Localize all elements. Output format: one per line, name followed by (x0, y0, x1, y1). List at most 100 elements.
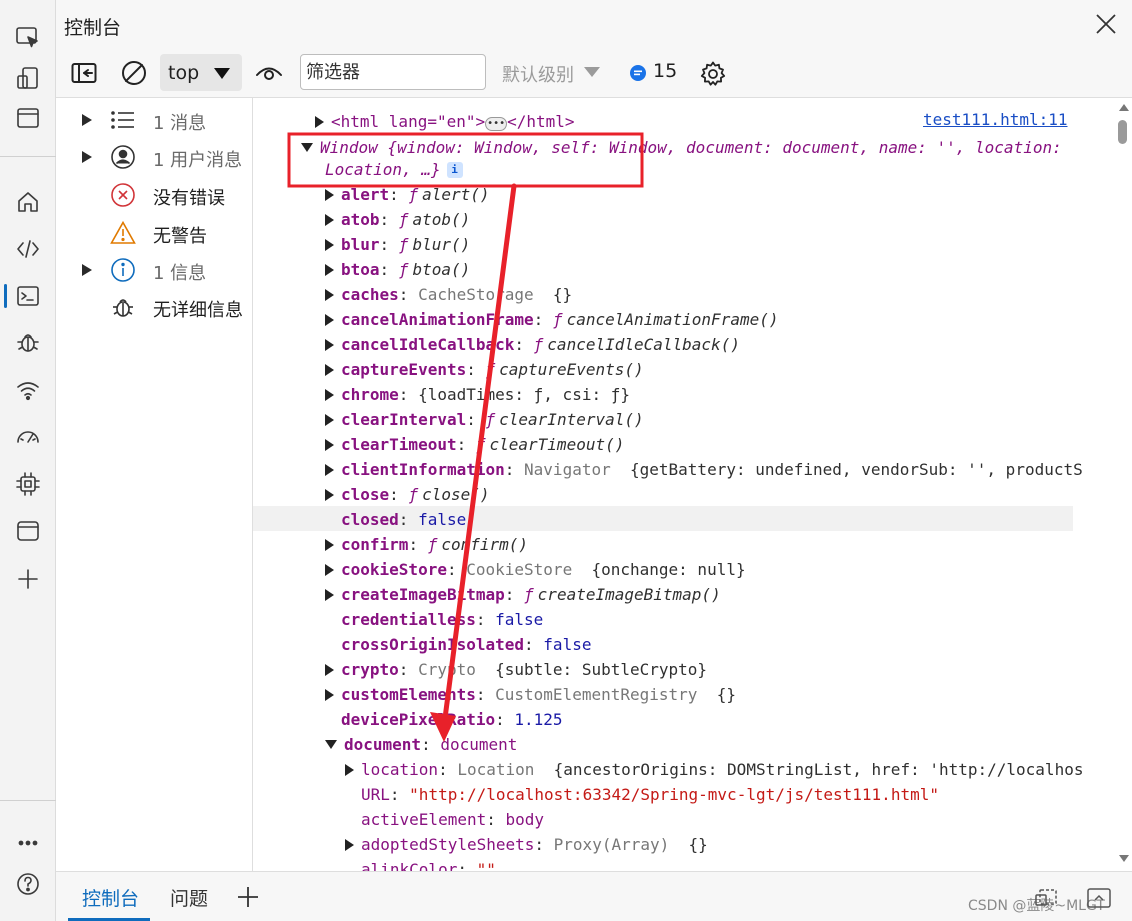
property-class: Proxy(Array) (553, 835, 670, 854)
expand-arrow-icon (325, 489, 334, 501)
property-class: CacheStorage (418, 285, 534, 304)
vertical-scrollbar[interactable] (1115, 98, 1132, 871)
activity-bar (0, 0, 56, 921)
property-name: clientInformation (341, 460, 505, 479)
expand-arrow-icon (325, 689, 334, 701)
property-name: blur (341, 235, 380, 254)
property-value: alert() (422, 185, 490, 204)
property-row-credentialless[interactable]: credentialless: false (341, 607, 543, 632)
add-tool-plus-icon[interactable] (10, 561, 46, 597)
property-name: closed (341, 510, 399, 529)
property-name: activeElement (361, 810, 487, 829)
property-row-location[interactable]: location: Location {ancestorOrigins: DOM… (345, 757, 1083, 782)
property-row-confirm[interactable]: confirm: ƒ confirm() (325, 532, 528, 557)
window-icon[interactable] (10, 100, 46, 136)
level-chevron-down-icon (584, 67, 600, 77)
property-row-caches[interactable]: caches: CacheStorage {} (325, 282, 572, 307)
property-row-cancelAnimationFrame[interactable]: cancelAnimationFrame: ƒ cancelAnimationFr… (325, 307, 778, 332)
application-panel-icon[interactable] (10, 513, 46, 549)
inspect-icon[interactable] (10, 20, 46, 56)
source-link[interactable]: test111.html:11 (923, 110, 1068, 129)
property-row-captureEvents[interactable]: captureEvents: ƒ captureEvents() (325, 357, 644, 382)
window-object-summary: Window {window: Window, self: Window, do… (320, 138, 1062, 157)
property-row-chrome[interactable]: chrome: {loadTimes: ƒ, csi: ƒ} (325, 382, 630, 407)
property-row-clearTimeout[interactable]: clearTimeout: ƒ clearTimeout() (325, 432, 624, 457)
info-badge-icon[interactable]: i (446, 162, 463, 178)
property-row-adoptedStyleSheets[interactable]: adoptedStyleSheets: Proxy(Array) {} (345, 832, 708, 857)
dock-icon[interactable] (1034, 886, 1060, 910)
clear-console-button[interactable] (120, 59, 148, 87)
property-row-atob[interactable]: atob: ƒ atob() (325, 207, 470, 232)
help-question-icon[interactable] (10, 866, 46, 902)
property-row-crypto[interactable]: crypto: Crypto {subtle: SubtleCrypto} (325, 657, 707, 682)
expand-arrow-icon (82, 151, 92, 163)
function-symbol-icon: ƒ (398, 235, 409, 254)
property-row-clientInformation[interactable]: clientInformation: Navigator {getBattery… (325, 457, 1083, 482)
filter-input[interactable] (300, 54, 486, 90)
property-row-blur[interactable]: blur: ƒ blur() (325, 232, 470, 257)
sidebar-item-verbose[interactable]: 无详细信息 (56, 288, 253, 324)
property-row-btoa[interactable]: btoa: ƒ btoa() (325, 257, 470, 282)
context-selector[interactable]: top (160, 54, 242, 91)
property-row-devicePixelRatio[interactable]: devicePixelRatio: 1.125 (341, 707, 563, 732)
message-count-badge[interactable] (628, 63, 648, 83)
collapsed-ellipsis-icon[interactable]: ••• (485, 117, 508, 131)
add-tab-plus-icon[interactable] (236, 885, 260, 909)
property-row-URL[interactable]: URL: "http://localhost:63342/Spring-mvc-… (361, 782, 939, 807)
scroll-up-arrow-icon[interactable] (1119, 104, 1129, 111)
sidebar-item-info[interactable]: 1 信息 (56, 251, 253, 287)
toggle-sidebar-button[interactable] (70, 60, 98, 86)
property-value: cancelIdleCallback() (547, 335, 740, 354)
console-settings-button[interactable] (698, 59, 728, 89)
sidebar-item-label: 1 信息 (153, 263, 207, 284)
expand-arrow-icon (325, 664, 334, 676)
expand-drawer-icon[interactable] (1086, 886, 1112, 910)
property-name: createImageBitmap (341, 585, 505, 604)
debugger-bug-icon[interactable] (10, 324, 46, 360)
property-row-customElements[interactable]: customElements: CustomElementRegistry {} (325, 682, 736, 707)
network-wifi-icon[interactable] (10, 372, 46, 408)
property-row-clearInterval[interactable]: clearInterval: ƒ clearInterval() (325, 407, 644, 432)
home-icon[interactable] (10, 184, 46, 220)
memory-chip-icon[interactable] (10, 466, 46, 502)
property-row-cookieStore[interactable]: cookieStore: CookieStore {onchange: null… (325, 557, 746, 582)
property-row-alinkColor[interactable]: alinkColor: "" (361, 857, 496, 871)
scrollbar-thumb[interactable] (1118, 120, 1127, 144)
sidebar-item-errors[interactable]: 没有错误 (56, 176, 253, 212)
property-row-cancelIdleCallback[interactable]: cancelIdleCallback: ƒ cancelIdleCallback(… (325, 332, 740, 357)
collapse-arrow-icon (301, 143, 313, 152)
property-row-close[interactable]: close: ƒ close() (325, 482, 490, 507)
property-row-closed[interactable]: closed: false (341, 507, 466, 532)
console-icon[interactable] (4, 278, 46, 314)
live-expression-button[interactable] (254, 60, 284, 86)
sidebar-item-label: 1 用户消息 (153, 150, 243, 171)
sidebar-item-user-messages[interactable]: 1 用户消息 (56, 138, 253, 174)
property-name: btoa (341, 260, 380, 279)
property-row-crossOriginIsolated[interactable]: crossOriginIsolated: false (341, 632, 591, 657)
device-emulation-icon[interactable] (10, 60, 46, 96)
more-tools-ellipsis-icon[interactable] (10, 825, 46, 861)
tab-issues[interactable]: 问题 (170, 884, 208, 911)
property-name: clearInterval (341, 410, 467, 429)
html-node-line[interactable]: <html lang="en"> ••• </html> (315, 109, 575, 134)
property-row-createImageBitmap[interactable]: createImageBitmap: ƒ createImageBitmap() (325, 582, 721, 607)
performance-gauge-icon[interactable] (10, 418, 46, 454)
function-symbol-icon: ƒ (398, 210, 409, 229)
expand-arrow-icon (325, 539, 334, 551)
sidebar-item-warnings[interactable]: 无警告 (56, 214, 253, 250)
property-name: cancelAnimationFrame (341, 310, 534, 329)
property-row-document[interactable]: document: document (325, 732, 517, 757)
property-row-activeElement[interactable]: activeElement: body (361, 807, 544, 832)
property-row-alert[interactable]: alert: ƒ alert() (325, 182, 490, 207)
console-output[interactable]: test111.html:11 <html lang="en"> ••• </htm… (253, 98, 1115, 871)
property-name: cookieStore (341, 560, 447, 579)
scroll-down-arrow-icon[interactable] (1119, 855, 1129, 862)
elements-icon[interactable] (10, 231, 46, 267)
sidebar-item-messages[interactable]: 1 消息 (56, 101, 253, 137)
function-symbol-icon: ƒ (485, 360, 496, 379)
collapse-arrow-icon (325, 740, 337, 749)
tab-console[interactable]: 控制台 (82, 884, 139, 911)
log-level-dropdown[interactable]: 默认级别 (502, 61, 574, 87)
close-button[interactable] (1088, 6, 1124, 42)
expand-arrow-icon (325, 264, 334, 276)
